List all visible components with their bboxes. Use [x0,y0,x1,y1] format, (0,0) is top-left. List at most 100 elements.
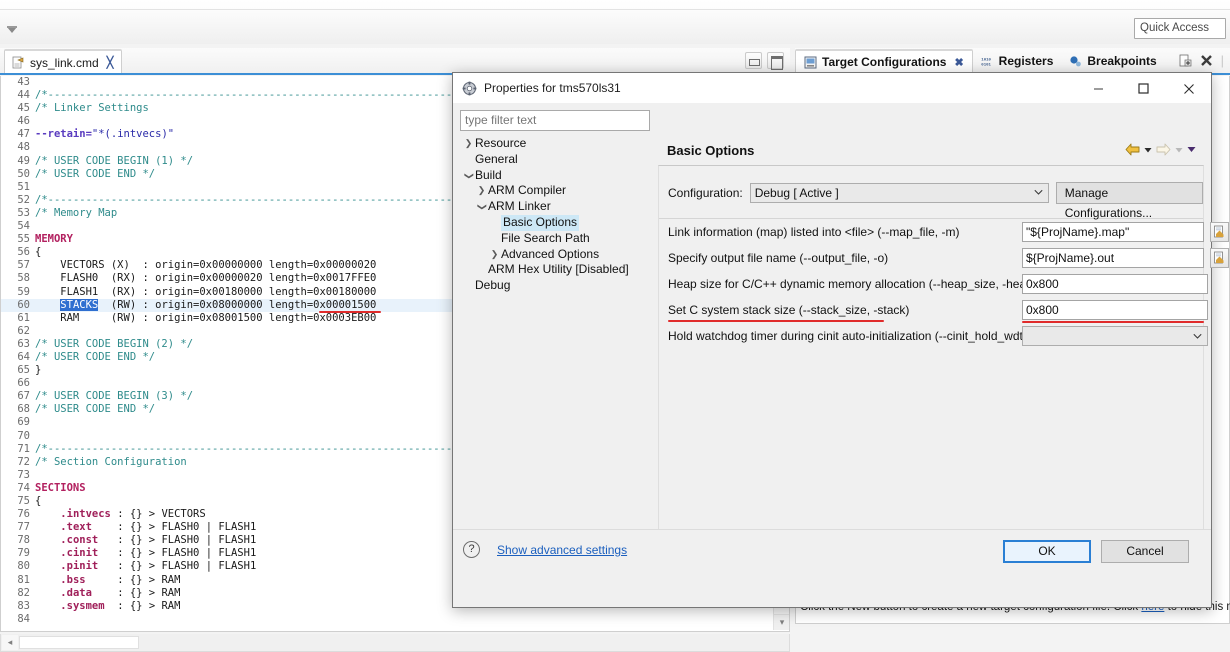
tree-item-advanced-options[interactable]: ❯ Advanced Options [460,247,650,263]
code-line[interactable]: 84 [1,613,775,626]
code-token: RAM (RW) : origin=0x08001500 length=0x00… [35,311,377,324]
help-icon[interactable]: ? [463,541,480,558]
stack-size-field[interactable]: 0x800 [1022,300,1208,320]
settings-tree[interactable]: ❯ Resource General ❯ Build ❯ ARM Compiler ❯ ARM … [460,136,650,560]
configuration-select[interactable]: Debug [ Active ] [749,183,1049,203]
tree-item-basic-options[interactable]: Basic Options [460,214,650,231]
code-token: /* Linker Settings [35,102,149,115]
properties-dialog: Properties for tms570ls31 type filter te… [452,72,1229,608]
scroll-left-icon[interactable]: ◂ [2,635,18,650]
line-number: 46 [17,115,30,128]
code-token: /* USER CODE END */ [35,403,156,416]
code-token: .intvecs [60,508,111,521]
stack-size-label-underline [668,320,884,322]
tree-item-arm-hex-utility-disabled[interactable]: ARM Hex Utility [Disabled] [460,262,650,278]
dialog-content: type filter text ❯ Resource General ❯ Build ❯… [453,104,1229,569]
tree-item-arm-compiler[interactable]: ❯ ARM Compiler [460,183,650,199]
chevron-down-icon[interactable]: ❯ [461,169,477,182]
toolbar-divider: | [1220,53,1224,68]
code-token: /* Memory Map [35,206,118,219]
quick-access-input[interactable]: Quick Access [1134,18,1226,39]
line-number: 57 [17,259,30,272]
scroll-down-icon[interactable]: ▾ [774,614,789,630]
heap-size-field[interactable]: 0x800 [1022,274,1208,294]
svg-text:1010: 1010 [981,58,991,62]
close-tab-icon[interactable]: ✖ [954,56,963,69]
code-token: : {} > RAM [104,599,181,612]
new-target-config-icon[interactable] [1178,54,1192,68]
toolbar-overflow-icon[interactable] [6,26,18,35]
line-number: 53 [17,206,30,219]
editor-horizontal-scrollbar[interactable]: ◂ [0,634,790,652]
tree-item-resource[interactable]: ❯ Resource [460,136,650,152]
view-tab-breakpoints[interactable]: Breakpoints [1061,49,1164,74]
breakpoints-icon [1070,55,1082,66]
code-token: : {} > FLASH0 | FLASH1 [91,521,257,534]
view-tab-target-configurations[interactable]: Target Configurations ✖ [795,48,973,74]
line-number: 66 [17,377,30,390]
cinit-hold-wdt-field-row: Hold watchdog timer during cinit auto-in… [659,323,1208,349]
chevron-down-icon [1193,333,1202,339]
view-tab-label: Target Configurations [822,55,947,69]
cancel-button[interactable]: Cancel [1101,540,1189,563]
chevron-right-icon[interactable]: ❯ [462,136,475,152]
maximize-icon [1138,83,1149,94]
line-number: 69 [17,416,30,429]
chevron-down-menu-icon[interactable] [1187,145,1196,154]
code-token: /* USER CODE END */ [35,350,156,363]
dialog-minimize-button[interactable] [1076,73,1121,104]
line-number: 58 [17,272,30,285]
code-token: (RW) : origin=0x08000000 length=0x000015… [98,298,377,311]
output-file-field[interactable]: ${ProjName}.out [1022,248,1204,268]
tree-item-general[interactable]: General [460,152,650,168]
delete-icon[interactable] [1200,54,1213,67]
chevron-down-icon[interactable] [1144,146,1152,154]
dialog-maximize-button[interactable] [1121,73,1166,104]
line-number: 74 [17,481,30,494]
editor-tab-sys-link-cmd[interactable]: sys_link.cmd ╳ [4,49,123,74]
editor-tab-row: sys_link.cmd ╳ [0,48,790,75]
tree-item-debug[interactable]: Debug [460,278,650,294]
chevron-right-icon[interactable]: ❯ [488,247,501,263]
line-number: 70 [17,429,30,442]
dialog-close-button[interactable] [1166,73,1211,104]
cinit-hold-wdt-field[interactable] [1022,326,1208,346]
show-advanced-settings-link[interactable]: Show advanced settings [497,543,627,557]
tree-item-arm-linker[interactable]: ❯ ARM Linker [460,199,650,215]
editor-horizontal-scroll-thumb[interactable] [19,636,139,649]
filter-input[interactable]: type filter text [460,110,650,131]
output-file-field-row: Specify output file name (--output_file,… [659,245,1229,271]
minimize-icon [1094,88,1103,90]
manage-configurations-button[interactable]: Manage Configurations... [1055,182,1203,220]
code-token: } [35,364,42,377]
chevron-right-icon[interactable]: ❯ [475,183,488,199]
code-token: { [35,495,42,507]
line-number: 52 [17,193,30,206]
map-file-field[interactable]: "${ProjName}.map" [1022,222,1204,242]
line-number: 56 [17,246,30,259]
tree-item-file-search-path[interactable]: File Search Path [460,231,650,247]
dialog-title-bar[interactable]: Properties for tms570ls31 [453,73,1211,104]
minimize-icon[interactable] [745,52,762,69]
back-arrow-icon[interactable] [1125,143,1140,156]
chevron-down-icon[interactable]: ❯ [474,201,490,214]
line-number: 48 [17,141,30,154]
view-tab-registers[interactable]: 1010 0101 Registers [973,49,1062,74]
line-number: 82 [17,586,30,599]
code-token: /* [35,193,48,206]
line-number: 44 [17,89,30,102]
application-window: Quick Access sys_link.cmd ╳ 43 44/*------… [0,0,1230,652]
tree-item-build[interactable]: ❯ Build [460,168,650,184]
map-file-field-browse-button[interactable] [1210,222,1229,242]
line-number: 68 [17,403,30,416]
maximize-icon[interactable] [767,52,784,70]
ok-button[interactable]: OK [1003,540,1091,563]
map-file-field-row: Link information (map) listed into <file… [659,219,1229,245]
view-tab-label: Breakpoints [1087,54,1157,68]
output-file-field-browse-button[interactable] [1210,248,1229,268]
line-number: 76 [17,508,30,521]
close-tab-icon[interactable]: ╳ [107,56,114,69]
line-number: 81 [17,573,30,586]
tree-item-label: Basic Options [501,214,580,231]
